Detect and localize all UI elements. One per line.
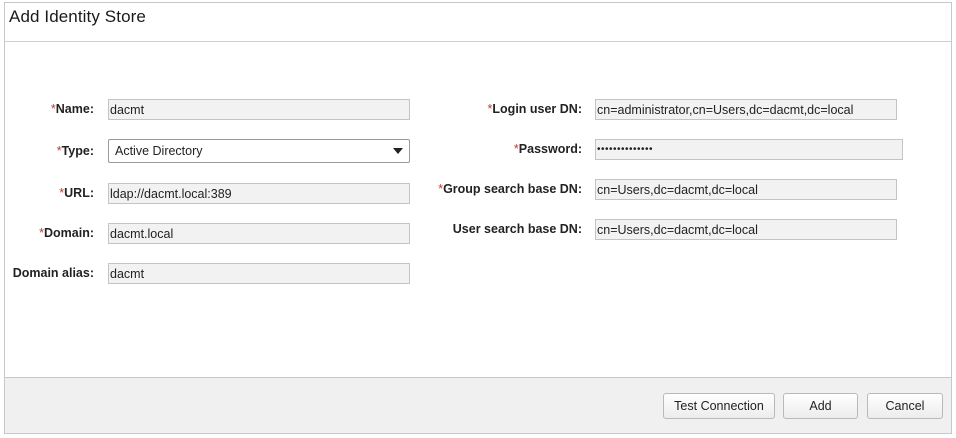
name-input[interactable]: dacmt bbox=[108, 99, 410, 120]
domain-alias-input[interactable]: dacmt bbox=[108, 263, 410, 284]
url-input[interactable]: ldap://dacmt.local:389 bbox=[108, 183, 410, 204]
user-search-base-dn-input[interactable]: cn=Users,dc=dacmt,dc=local bbox=[595, 219, 897, 240]
add-button[interactable]: Add bbox=[783, 393, 858, 419]
user-search-base-dn-label: User search base DN: bbox=[452, 222, 582, 236]
login-user-dn-label: *Login user DN: bbox=[487, 102, 582, 116]
chevron-down-icon bbox=[393, 148, 403, 154]
login-user-dn-input[interactable]: cn=administrator,cn=Users,dc=dacmt,dc=lo… bbox=[595, 99, 897, 120]
cancel-button[interactable]: Cancel bbox=[867, 393, 943, 419]
add-identity-store-dialog: Add Identity Store *Name: dacmt *Type: A… bbox=[4, 2, 952, 434]
dialog-footer: Test Connection Add Cancel bbox=[5, 377, 951, 433]
type-label: *Type: bbox=[56, 144, 94, 158]
password-input[interactable]: •••••••••••••• bbox=[595, 139, 903, 160]
password-label: *Password: bbox=[513, 142, 582, 156]
group-search-base-dn-input[interactable]: cn=Users,dc=dacmt,dc=local bbox=[595, 179, 897, 200]
domain-label: *Domain: bbox=[39, 226, 94, 240]
type-select[interactable]: Active Directory bbox=[108, 139, 410, 163]
name-label: *Name: bbox=[50, 102, 94, 116]
title-divider bbox=[5, 41, 951, 42]
url-label: *URL: bbox=[59, 186, 94, 200]
type-selected-value: Active Directory bbox=[115, 144, 203, 158]
dialog-title: Add Identity Store bbox=[9, 7, 146, 26]
test-connection-button[interactable]: Test Connection bbox=[663, 393, 775, 419]
group-search-base-dn-label: *Group search base DN: bbox=[438, 182, 582, 196]
domain-input[interactable]: dacmt.local bbox=[108, 223, 410, 244]
domain-alias-label: Domain alias: bbox=[12, 266, 94, 280]
